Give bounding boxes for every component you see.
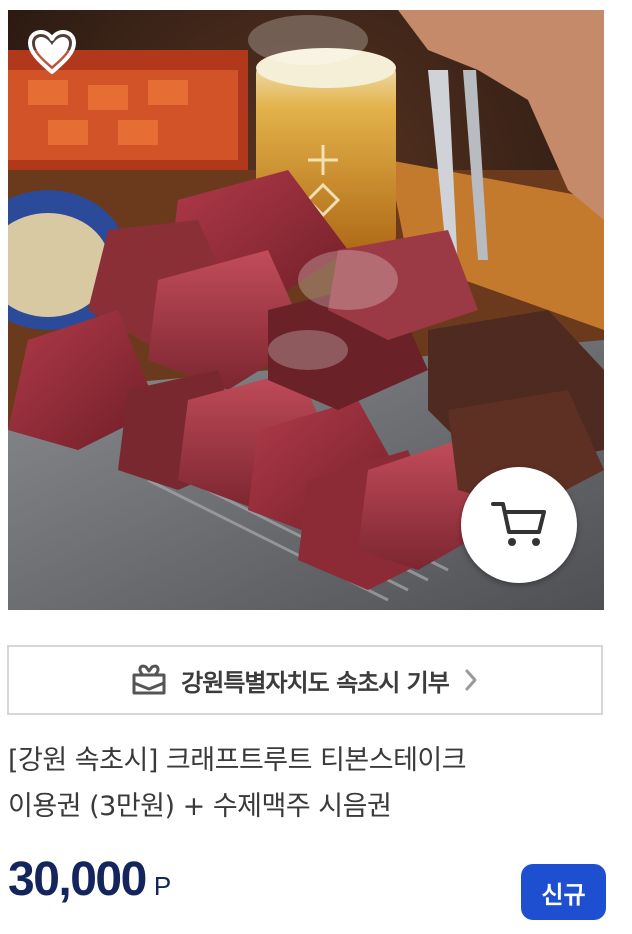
product-price: 30,000 P [8, 852, 171, 907]
product-title-line-2: 이용권 (3만원) + 수제맥주 시음권 [8, 791, 392, 822]
chevron-right-icon [465, 669, 477, 691]
shopping-cart-icon [491, 502, 546, 546]
product-card: 강원특별자치도 속초시 기부 [강원 속초시] 크래프트루트 티본스테이크 이용… [0, 0, 632, 934]
donation-label: 강원특별자치도 속초시 기부 [181, 668, 450, 697]
product-image[interactable] [8, 10, 604, 610]
gift-box-icon [132, 664, 166, 695]
add-to-cart-button[interactable] [461, 467, 577, 583]
product-title[interactable]: [강원 속초시] 크래프트루트 티본스테이크 이용권 (3만원) + 수제맥주 … [8, 738, 608, 830]
donation-banner[interactable]: 강원특별자치도 속초시 기부 [7, 645, 603, 715]
heart-icon [28, 30, 76, 74]
price-amount: 30,000 [8, 853, 147, 906]
new-badge: 신규 [521, 864, 606, 920]
product-title-line-1: [강원 속초시] 크래프트루트 티본스테이크 [8, 745, 467, 776]
favorite-button[interactable] [28, 30, 76, 76]
price-unit: P [153, 871, 172, 901]
